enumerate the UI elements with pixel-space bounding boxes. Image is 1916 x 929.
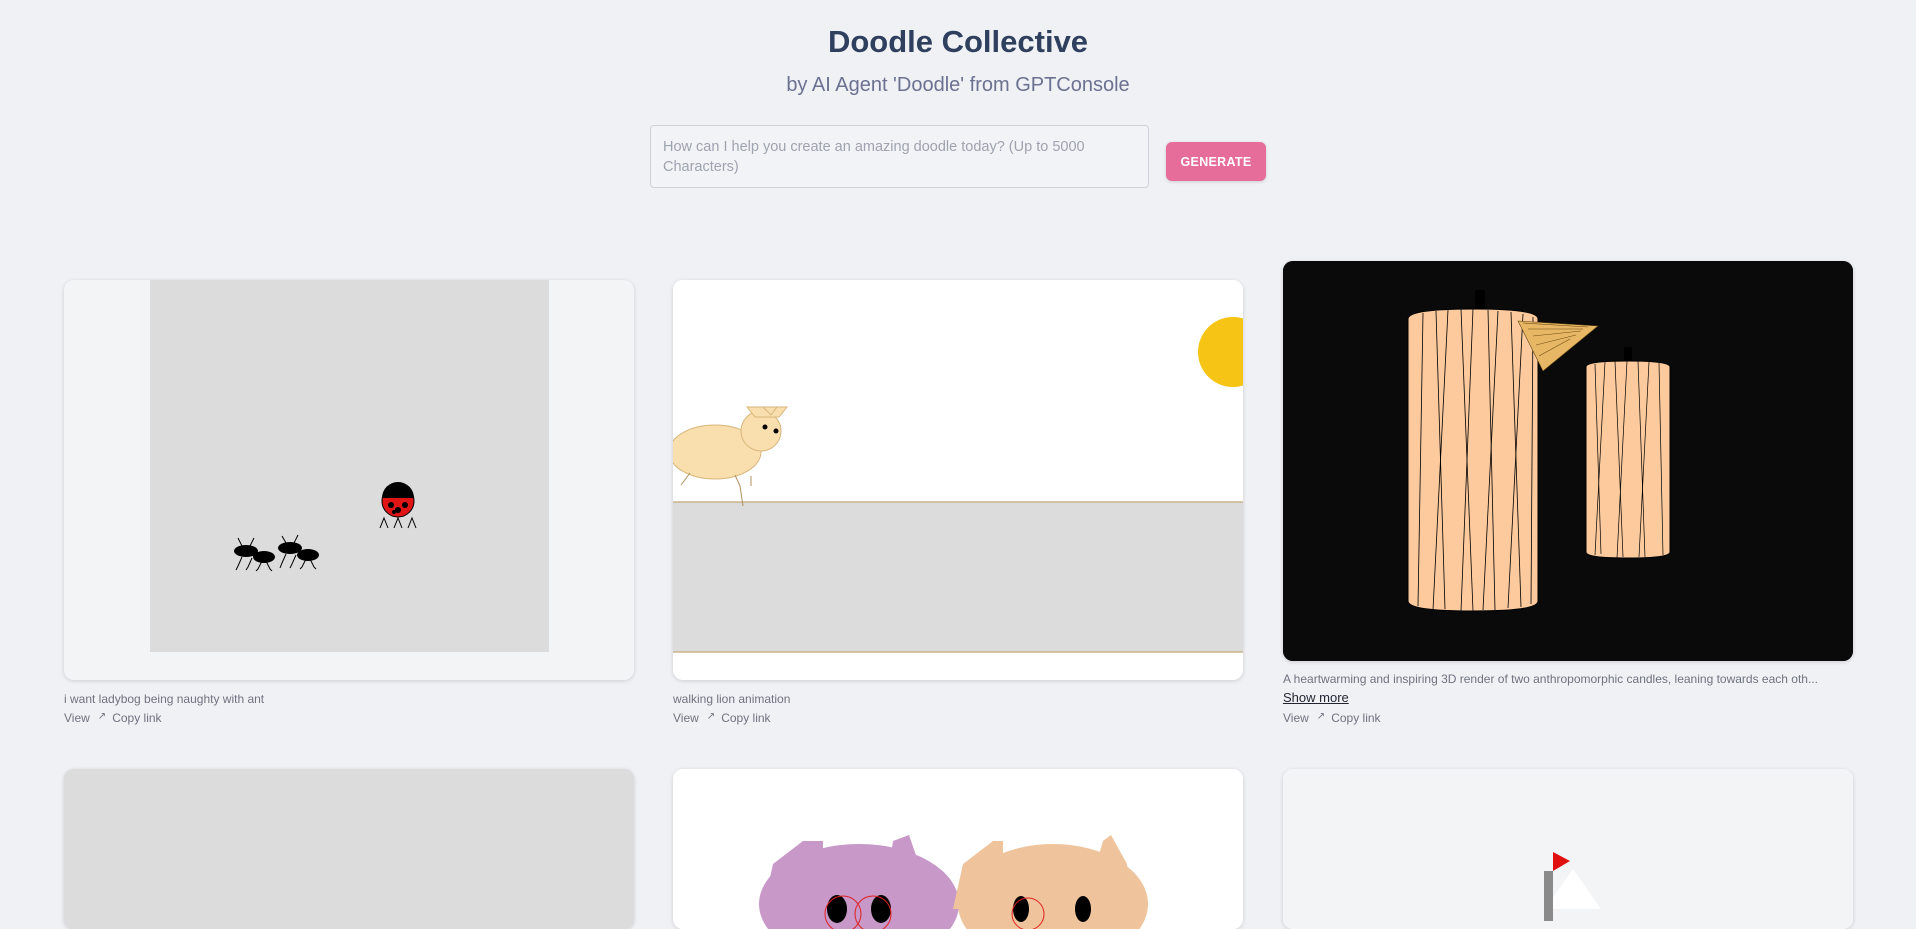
generate-button[interactable]: GENERATE xyxy=(1166,142,1266,181)
candle-figure xyxy=(1585,347,1671,559)
doodle-card-ladybug[interactable] xyxy=(64,280,634,680)
page-subtitle: by AI Agent 'Doodle' from GPTConsole xyxy=(786,74,1130,96)
external-link-icon[interactable]: ↗ xyxy=(1317,711,1325,722)
doodle-card-lion[interactable] xyxy=(673,280,1243,680)
copy-link[interactable]: Copy link xyxy=(721,711,770,725)
doodle-preview-blank xyxy=(64,769,634,929)
doodle-preview-creatures xyxy=(673,769,1243,929)
doodle-links: View ↗ Copy link xyxy=(1283,711,1387,725)
doodle-caption: i want ladybog being naughty with ant xyxy=(64,692,265,706)
copy-link[interactable]: Copy link xyxy=(1331,711,1380,725)
doodle-preview-ladybug xyxy=(150,280,549,652)
doodle-caption: walking lion animation xyxy=(673,692,791,706)
doodle-caption: A heartwarming and inspiring 3D render o… xyxy=(1283,672,1818,686)
doodle-card-row2-1[interactable] xyxy=(64,769,634,929)
page-title: Doodle Collective xyxy=(827,24,1089,59)
view-link[interactable]: View xyxy=(673,711,699,725)
copy-link[interactable]: Copy link xyxy=(112,711,161,725)
doodle-card-row2-3[interactable] xyxy=(1283,769,1853,929)
external-link-icon[interactable]: ↗ xyxy=(98,711,106,722)
doodle-card-candles[interactable] xyxy=(1283,261,1853,661)
doodle-links: View ↗ Copy link xyxy=(673,711,777,725)
show-more-link[interactable]: Show more xyxy=(1283,690,1349,705)
view-link[interactable]: View xyxy=(64,711,90,725)
doodle-links: View ↗ Copy link xyxy=(64,711,168,725)
doodle-preview-lion xyxy=(673,280,1243,653)
doodle-preview-tent xyxy=(1283,769,1853,929)
view-link[interactable]: View xyxy=(1283,711,1309,725)
doodle-preview-candles xyxy=(1283,261,1853,661)
prompt-input[interactable]: How can I help you create an amazing doo… xyxy=(650,125,1149,188)
external-link-icon[interactable]: ↗ xyxy=(707,711,715,722)
doodle-card-row2-2[interactable] xyxy=(673,769,1243,929)
